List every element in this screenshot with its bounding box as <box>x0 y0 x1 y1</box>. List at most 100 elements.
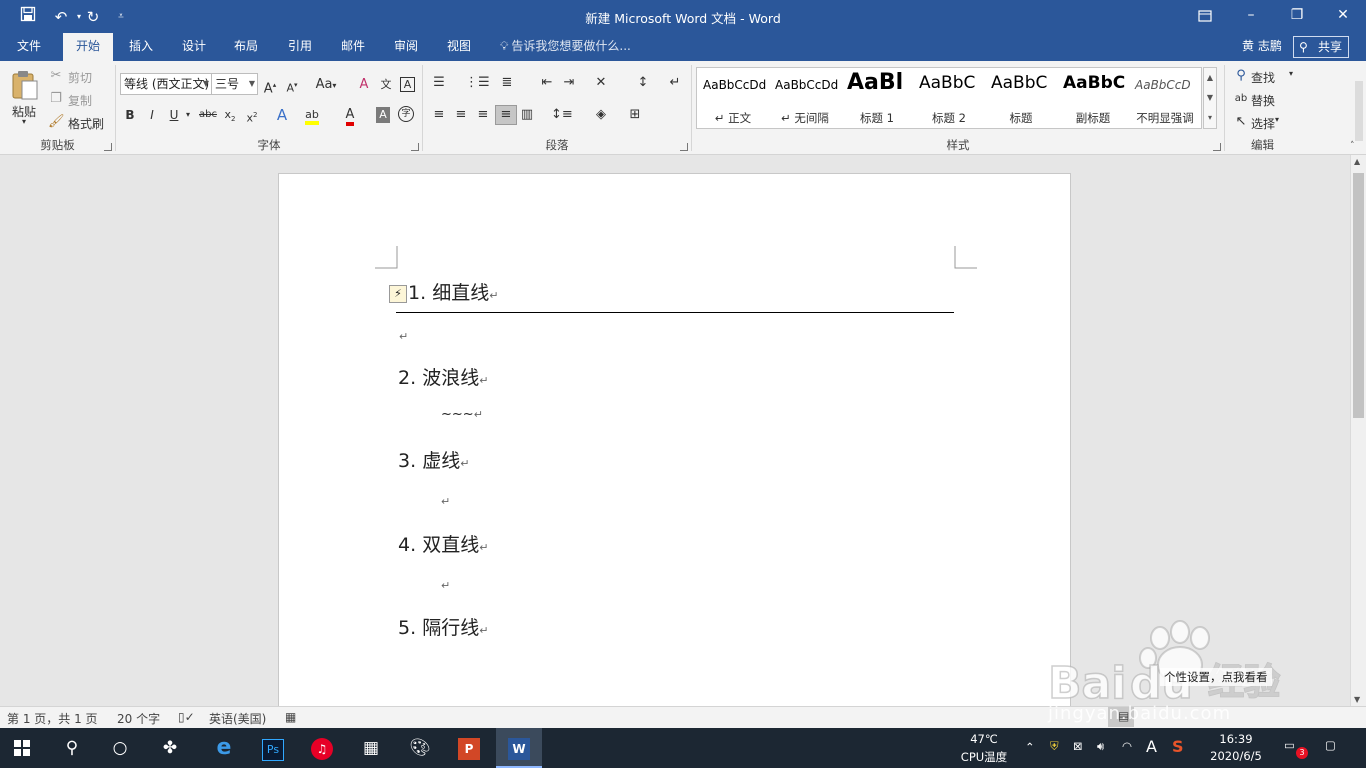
tab-mailings[interactable]: 邮件 <box>329 33 377 61</box>
italic-icon[interactable]: I <box>144 107 160 123</box>
document-canvas[interactable]: ⚡︎ 1. 细直线↵ ↵ 2. 波浪线↵ ~~~↵ 3. 虚线↵ ↵ 4. 双直线… <box>0 155 1350 706</box>
windows-start-icon[interactable] <box>6 732 38 764</box>
proofing-icon[interactable]: ▯✓ <box>178 710 195 724</box>
character-shading-icon[interactable]: A <box>376 107 390 123</box>
edge-browser-icon[interactable]: e <box>208 732 240 764</box>
borders-icon[interactable]: ⊞ <box>627 107 643 123</box>
pinwheel-app-icon[interactable]: ✤ <box>154 732 186 764</box>
tab-references[interactable]: 引用 <box>276 33 324 61</box>
text-effects-icon[interactable]: A <box>274 107 290 123</box>
tab-view[interactable]: 视图 <box>435 33 483 61</box>
vertical-scrollbar[interactable]: ▲ ▼ <box>1350 155 1366 706</box>
netease-music-icon[interactable]: ♫ <box>306 732 338 764</box>
align-left-icon[interactable]: ≡ <box>431 107 447 123</box>
tab-design[interactable]: 设计 <box>170 33 218 61</box>
paste-button[interactable]: 粘贴 ▾ <box>8 67 42 129</box>
bullets-icon[interactable]: ☰ <box>431 75 447 91</box>
bold-icon[interactable]: B <box>122 107 138 123</box>
clear-formatting-icon[interactable]: A <box>356 77 372 93</box>
close-button[interactable]: ✕ <box>1320 0 1366 33</box>
format-painter-button[interactable]: 🖌︎ 格式刷 <box>48 114 112 132</box>
scrollbar-thumb[interactable] <box>1353 173 1364 418</box>
document-page[interactable]: ⚡︎ 1. 细直线↵ ↵ 2. 波浪线↵ ~~~↵ 3. 虚线↵ ↵ 4. 双直线… <box>278 173 1071 706</box>
cut-button[interactable]: ✂ 剪切 <box>48 68 108 86</box>
chinese-layout-icon[interactable]: ✕ <box>593 75 609 91</box>
underline-dropdown-icon[interactable]: ▾ <box>180 107 196 123</box>
share-button[interactable]: ⚲ 共享 <box>1293 36 1349 58</box>
calculator-icon[interactable]: ▦ <box>355 732 387 764</box>
select-button[interactable]: ↖ 选择 ▾ <box>1233 114 1297 132</box>
notification-center-icon[interactable]: ▢ <box>1325 738 1336 752</box>
strikethrough-icon[interactable]: abc <box>198 107 218 123</box>
enclose-characters-icon[interactable]: 字 <box>398 106 414 122</box>
tip-popup[interactable]: 个性设置，点我看看 <box>1160 668 1272 686</box>
character-border-icon[interactable]: A <box>400 77 415 92</box>
photoshop-icon[interactable]: Ps <box>257 732 289 764</box>
ribbon-scrollbar[interactable] <box>1355 81 1363 141</box>
paint-icon[interactable]: 🎨︎ <box>404 732 436 764</box>
tab-home[interactable]: 开始 <box>63 33 113 61</box>
chevron-up-icon[interactable]: ▲ <box>1354 157 1360 166</box>
volume-icon[interactable]: 🔊︎ <box>1097 739 1104 754</box>
clipboard-launcher-icon[interactable] <box>104 143 112 151</box>
center-icon[interactable]: ≡ <box>453 107 469 123</box>
sogou-input-icon[interactable]: S <box>1172 737 1184 756</box>
list-item[interactable]: 4. 双直线↵ <box>398 530 488 557</box>
increase-indent-icon[interactable]: ⇥ <box>561 75 577 91</box>
distributed-icon[interactable]: ▥ <box>519 107 535 123</box>
list-item[interactable]: 2. 波浪线↵ <box>398 363 488 390</box>
tell-me-box[interactable]: 💡︎ 告诉我您想要做什么... <box>500 33 631 61</box>
highlight-icon[interactable]: ab <box>304 107 320 125</box>
copy-button[interactable]: ❐ 复制 <box>48 91 108 109</box>
replace-button[interactable]: ab 替换 <box>1233 91 1297 109</box>
network-adapter-icon[interactable]: ⊠ <box>1073 739 1083 753</box>
restore-button[interactable]: ❐ <box>1274 0 1320 33</box>
tab-insert[interactable]: 插入 <box>117 33 165 61</box>
list-item[interactable]: 5. 隔行线↵ <box>398 613 488 640</box>
clock-time[interactable]: 16:39 <box>1210 732 1262 746</box>
powerpoint-icon[interactable]: P <box>453 732 485 764</box>
page-count[interactable]: 第 1 页，共 1 页 <box>7 710 98 727</box>
minimize-button[interactable]: – <box>1228 0 1274 33</box>
chevron-down-icon[interactable]: ▼ <box>1354 695 1360 704</box>
tab-review[interactable]: 审阅 <box>382 33 430 61</box>
autocorrect-options-icon[interactable]: ⚡︎ <box>389 284 407 303</box>
collapse-ribbon-icon[interactable]: ˄ <box>1350 141 1355 151</box>
font-launcher-icon[interactable] <box>411 143 419 151</box>
show-hide-marks-icon[interactable]: ↵ <box>667 75 683 91</box>
align-right-icon[interactable]: ≡ <box>475 107 491 123</box>
shading-icon[interactable]: ◈ <box>593 107 609 123</box>
search-icon[interactable]: ⚲ <box>56 732 88 764</box>
font-color-icon[interactable]: A <box>342 107 358 126</box>
superscript-icon[interactable]: x2 <box>244 107 260 127</box>
sort-icon[interactable]: ↕ <box>635 75 651 91</box>
multilevel-list-icon[interactable]: ≣ <box>499 75 515 91</box>
phonetic-guide-icon[interactable]: 文 <box>378 77 394 93</box>
wifi-icon[interactable]: ◠ <box>1122 739 1132 753</box>
user-name[interactable]: 黄 志鹏 <box>1242 33 1282 60</box>
subscript-icon[interactable]: x2 <box>222 107 238 127</box>
chevron-up-icon[interactable]: ⌃ <box>1025 740 1035 754</box>
tab-file[interactable]: 文件 <box>0 33 58 61</box>
ime-indicator[interactable]: A <box>1146 737 1157 756</box>
change-case-icon[interactable]: Aa▾ <box>312 77 340 94</box>
line-spacing-icon[interactable]: ↕≡ <box>551 107 573 123</box>
action-center-icon[interactable]: ▭ <box>1284 738 1295 752</box>
styles-launcher-icon[interactable] <box>1213 143 1221 151</box>
decrease-indent-icon[interactable]: ⇤ <box>539 75 555 91</box>
font-name-combo[interactable]: 等线 (西文正文) ▼ <box>120 73 212 95</box>
ribbon-display-options-icon[interactable] <box>1182 0 1228 33</box>
macro-recording-icon[interactable]: ▦ <box>285 710 296 724</box>
word-count[interactable]: 20 个字 <box>117 710 160 727</box>
list-item[interactable]: 3. 虚线↵ <box>398 446 469 473</box>
tab-layout[interactable]: 布局 <box>222 33 270 61</box>
list-item[interactable]: ⚡︎ 1. 细直线↵ <box>389 278 498 305</box>
shrink-font-icon[interactable]: A▾ <box>284 77 300 97</box>
find-button[interactable]: ⚲ 查找 ▾ <box>1233 68 1297 86</box>
numbering-icon[interactable]: ⋮☰ <box>465 75 490 91</box>
justify-icon[interactable]: ≡ <box>495 105 517 125</box>
cortana-icon[interactable]: ○ <box>104 732 136 764</box>
security-shield-icon[interactable]: ⛨ <box>1050 739 1059 754</box>
clock-date[interactable]: 2020/6/5 <box>1204 749 1268 763</box>
language[interactable]: 英语(美国) <box>209 710 266 727</box>
